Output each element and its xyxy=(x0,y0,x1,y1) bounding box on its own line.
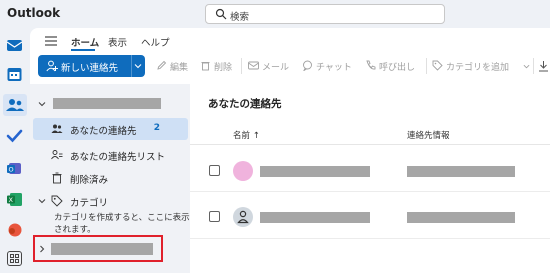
sidebar-item-categories[interactable]: カテゴリ xyxy=(30,190,190,212)
page-title: あなたの連絡先 xyxy=(208,98,282,110)
new-contact-label: 新しい連絡先 xyxy=(61,63,119,74)
category-hint: カテゴリを作成すると、ここに表示されます。 xyxy=(54,213,190,235)
excel-app-icon[interactable]: X xyxy=(6,191,23,208)
header-divider xyxy=(190,144,550,145)
highlight-box xyxy=(33,235,163,262)
mail-icon xyxy=(248,61,259,70)
mail-label: メール xyxy=(262,63,290,73)
add-category-label: カテゴリを追加 xyxy=(446,63,510,73)
row-checkbox[interactable] xyxy=(209,211,220,222)
svg-text:X: X xyxy=(9,196,14,204)
download-icon[interactable] xyxy=(538,60,549,72)
avatar xyxy=(233,207,253,227)
tag-icon xyxy=(51,195,63,207)
office-app-icon[interactable] xyxy=(6,221,23,238)
avatar xyxy=(233,161,253,181)
edit-label: 編集 xyxy=(170,63,189,73)
redacted-account-name xyxy=(53,98,161,109)
search-icon xyxy=(215,8,227,20)
pencil-icon xyxy=(157,60,167,70)
button-divider xyxy=(131,55,132,77)
add-category-button[interactable]: カテゴリを追加 xyxy=(432,59,532,73)
sidebar-item-label: 削除済み xyxy=(70,175,109,186)
tag-icon xyxy=(432,60,443,71)
delete-label: 削除 xyxy=(214,63,233,73)
redacted-contact-name xyxy=(260,212,370,223)
trash-icon xyxy=(201,62,210,71)
todo-app-icon[interactable] xyxy=(6,127,23,144)
search-box[interactable]: 検索 xyxy=(205,4,445,24)
tab-home-underline xyxy=(71,49,95,51)
chevron-down-icon[interactable] xyxy=(134,62,142,70)
chat-label: チャット xyxy=(316,63,352,73)
toolbar: 新しい連絡先 編集 削除 メール チャット 呼び出し カテゴリを追加 xyxy=(38,55,550,77)
sidebar-item-your-contacts[interactable]: あなたの連絡先 2 xyxy=(33,118,188,140)
app-rail: O X xyxy=(0,28,30,273)
sidebar-item-contact-lists[interactable]: あなたの連絡先リスト xyxy=(30,144,190,166)
calendar-app-icon[interactable] xyxy=(6,66,23,83)
chevron-down-icon[interactable] xyxy=(38,100,46,108)
chat-button[interactable]: チャット xyxy=(302,59,360,73)
person-icon xyxy=(237,210,249,224)
chevron-down-icon[interactable] xyxy=(523,63,530,70)
edit-button[interactable]: 編集 xyxy=(156,59,196,73)
add-person-icon xyxy=(46,60,58,72)
redacted-contact-info xyxy=(407,166,515,177)
call-label: 呼び出し xyxy=(379,63,416,73)
call-button[interactable]: 呼び出し xyxy=(365,59,423,73)
row-divider xyxy=(190,238,550,239)
svg-text:O: O xyxy=(9,166,14,174)
trash-icon xyxy=(52,172,62,184)
contact-list-icon xyxy=(51,150,63,160)
new-contact-button[interactable]: 新しい連絡先 xyxy=(38,55,145,77)
hamburger-menu-icon[interactable] xyxy=(45,36,57,46)
account-folder[interactable] xyxy=(30,93,190,115)
column-header-name[interactable]: 名前 ↑ xyxy=(233,129,260,141)
sidebar-item-label: カテゴリ xyxy=(70,198,109,209)
redacted-contact-name xyxy=(260,166,370,177)
row-checkbox[interactable] xyxy=(209,165,220,176)
toolbar-divider xyxy=(533,58,534,74)
tab-home[interactable]: ホーム xyxy=(71,35,99,49)
column-header-contact-info[interactable]: 連絡先情報 xyxy=(407,129,450,141)
sidebar-item-label: あなたの連絡先リスト xyxy=(70,152,166,163)
tab-view[interactable]: 表示 xyxy=(108,35,127,49)
more-apps-icon[interactable] xyxy=(6,250,23,267)
chevron-down-icon[interactable] xyxy=(38,197,46,205)
app-title: Outlook xyxy=(7,6,61,20)
delete-button[interactable]: 削除 xyxy=(200,59,238,73)
people-icon xyxy=(51,124,63,133)
redacted-contact-info xyxy=(407,212,515,223)
row-divider xyxy=(190,191,550,192)
sidebar-item-label: あなたの連絡先 xyxy=(70,126,137,137)
tab-help[interactable]: ヘルプ xyxy=(141,35,170,49)
phone-icon xyxy=(366,60,376,70)
contacts-list-pane: あなたの連絡先 名前 ↑ 連絡先情報 xyxy=(190,84,550,273)
title-bar: Outlook 検索 xyxy=(0,0,550,28)
people-app-icon[interactable] xyxy=(3,94,27,116)
toolbar-divider xyxy=(241,58,242,74)
toolbar-divider xyxy=(426,58,427,74)
search-placeholder: 検索 xyxy=(230,12,250,23)
chat-icon xyxy=(303,60,312,71)
contacts-count-badge: 2 xyxy=(153,123,160,133)
teams-app-icon[interactable]: O xyxy=(6,160,23,177)
sidebar-item-deleted[interactable]: 削除済み xyxy=(30,167,190,189)
mail-app-icon[interactable] xyxy=(6,37,23,54)
mail-button[interactable]: メール xyxy=(248,59,293,73)
ribbon: ホーム 表示 ヘルプ 新しい連絡先 編集 削除 メール チャット 呼び出し カテ… xyxy=(30,28,550,84)
